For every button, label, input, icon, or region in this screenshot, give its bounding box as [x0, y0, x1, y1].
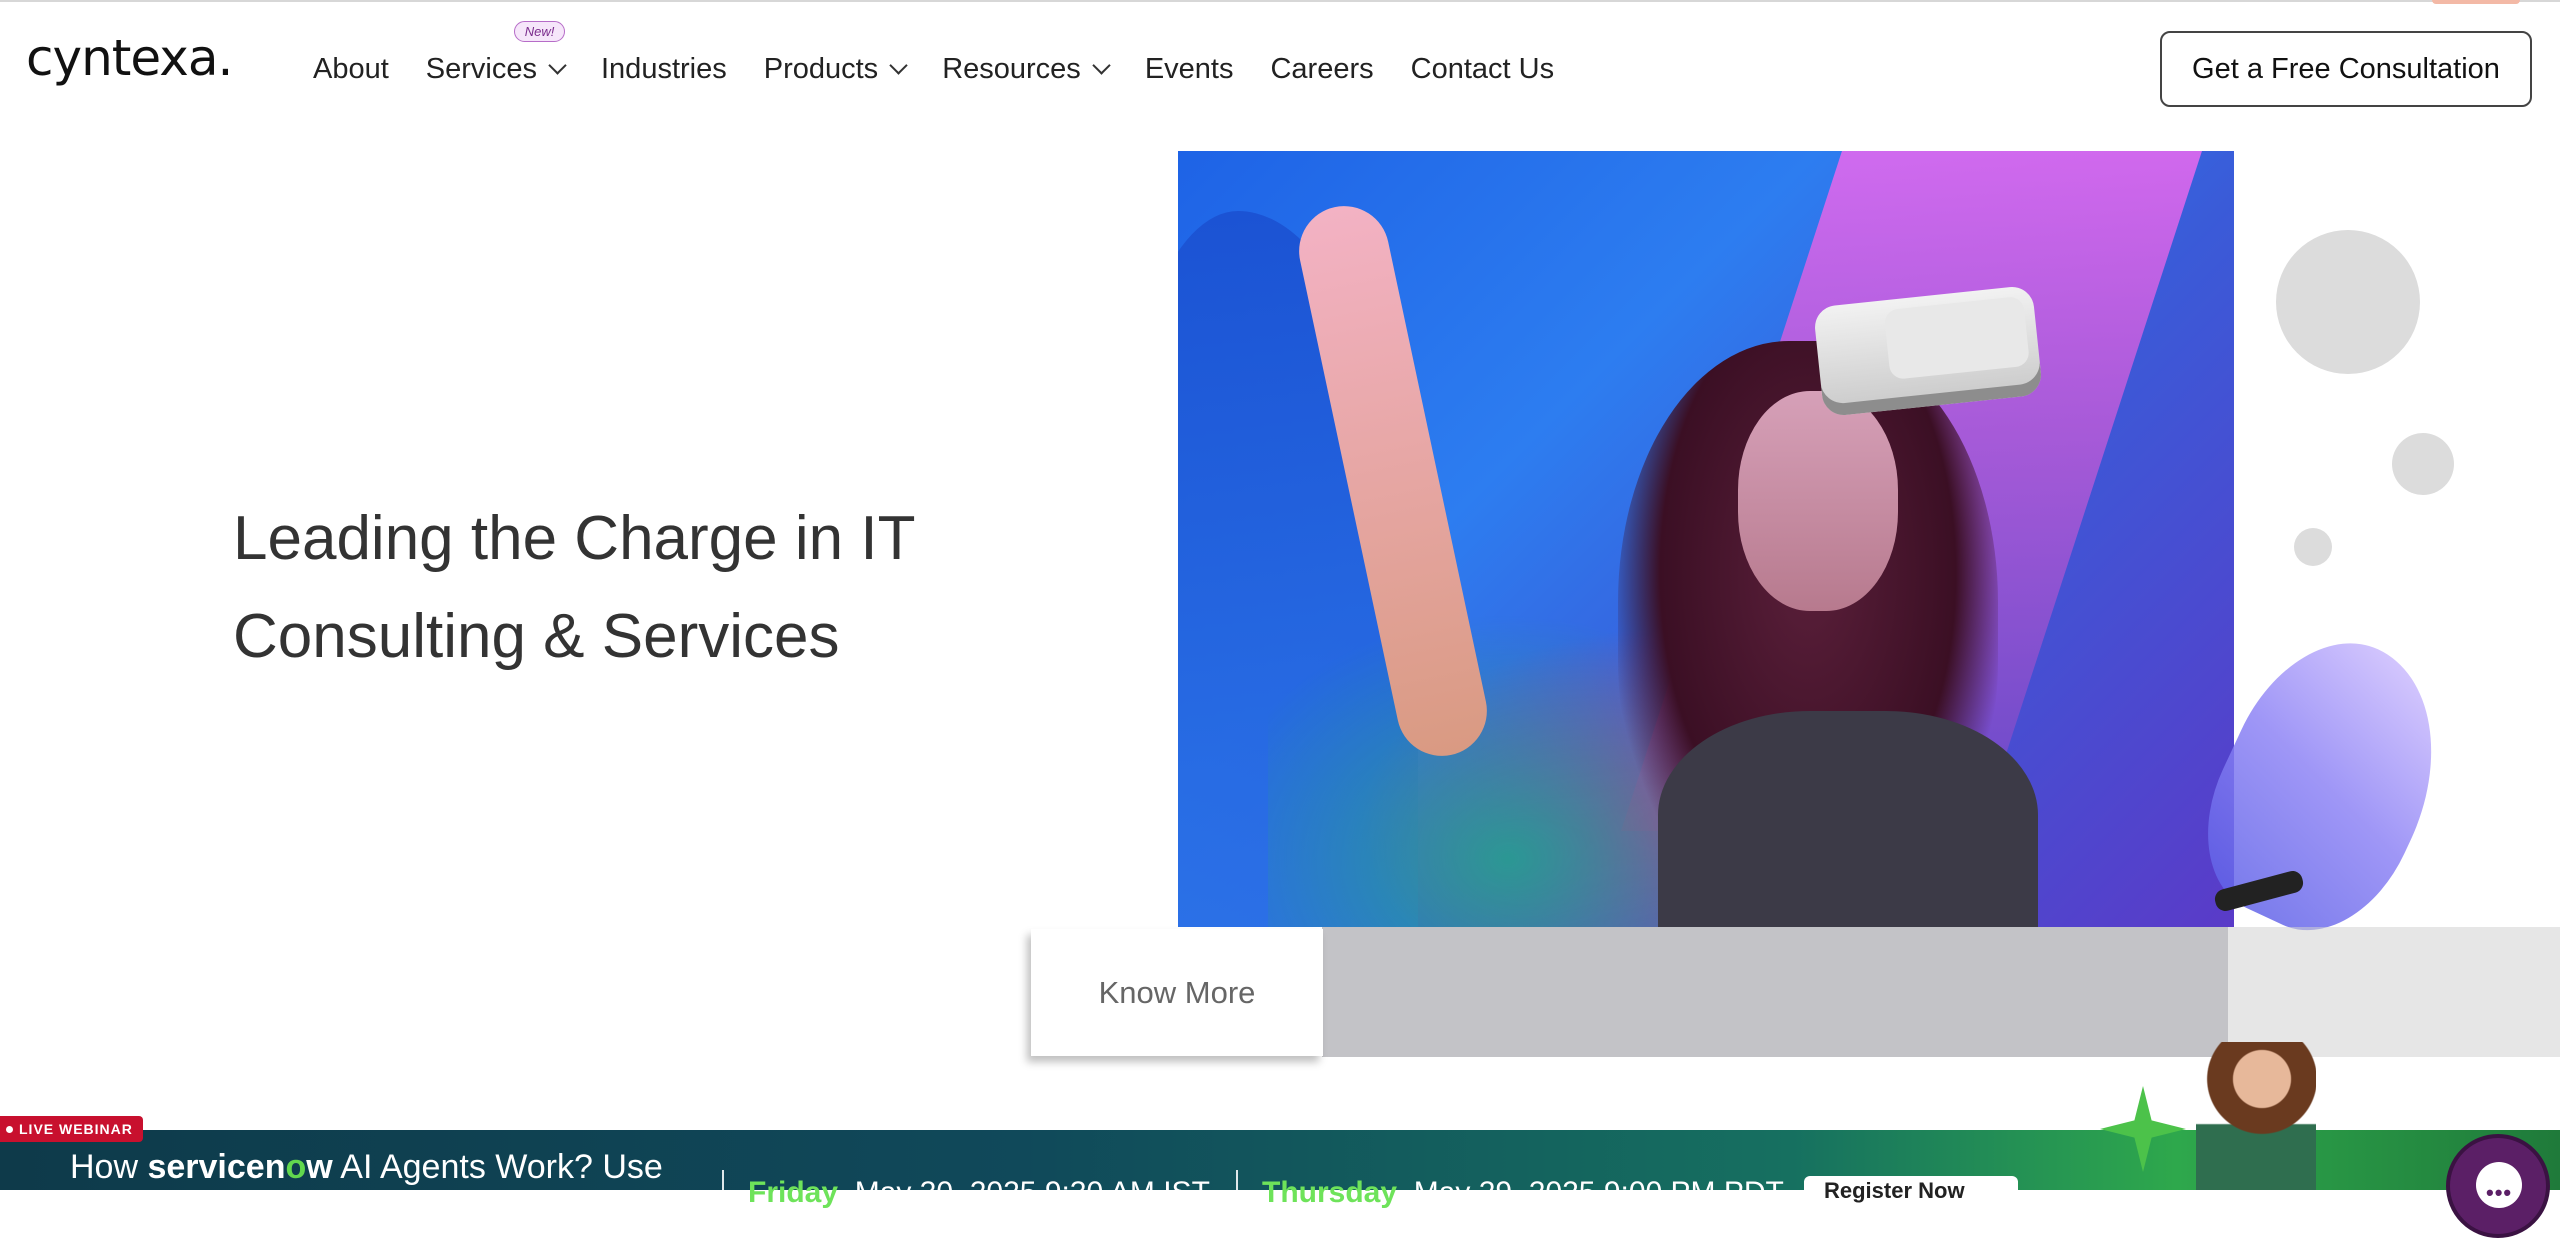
- chat-dots-icon: •••: [2486, 1180, 2513, 1205]
- nav-events[interactable]: Events: [1145, 53, 1234, 86]
- nav-resources-label: Resources: [942, 52, 1081, 85]
- nav-products-label: Products: [763, 52, 879, 85]
- webinar-person-image: [2196, 1042, 2316, 1190]
- webinar-date-ist-day: Friday: [748, 1176, 839, 1209]
- new-badge: New!: [513, 20, 566, 42]
- webinar-title-prefix: How: [70, 1148, 148, 1186]
- hero-image: [1178, 151, 2234, 927]
- nav-contact-us-label: Contact Us: [1410, 52, 1555, 85]
- webinar-title-suffix: AI Agents Work? Use: [332, 1148, 663, 1186]
- free-consultation-button[interactable]: Get a Free Consultation: [2160, 31, 2532, 107]
- live-webinar-label: LIVE WEBINAR: [19, 1121, 133, 1137]
- chevron-down-icon: [1092, 55, 1111, 75]
- nav-services[interactable]: New! Services: [425, 20, 567, 86]
- hero-shirt: [1658, 711, 2038, 927]
- nav-resources[interactable]: Resources: [942, 52, 1111, 86]
- nav-industries[interactable]: Industries: [601, 53, 727, 86]
- nav-about-label: About: [313, 52, 389, 85]
- nav-contact-us[interactable]: Contact Us: [1411, 53, 1554, 86]
- nav-about[interactable]: About: [313, 53, 389, 86]
- servicenow-brand: servicenow: [147, 1148, 332, 1186]
- nav-careers[interactable]: Careers: [1270, 53, 1373, 86]
- brand-part1: servicen: [147, 1148, 286, 1186]
- know-more-button[interactable]: Know More: [1031, 929, 1323, 1056]
- webinar-date-pdt: Thursday, May 29, 2025 9:00 PM PDT: [1262, 1176, 1784, 1210]
- hero-headline-line2: Consulting & Services: [233, 602, 840, 671]
- banner-divider: [722, 1170, 724, 1190]
- nav-careers-label: Careers: [1270, 52, 1374, 85]
- hero-headline: Leading the Charge in IT Consulting & Se…: [233, 490, 1053, 686]
- vr-headset: [1812, 284, 2044, 418]
- top-border: [0, 0, 2560, 2]
- nav-products[interactable]: Products: [763, 52, 908, 86]
- nav-events-label: Events: [1144, 52, 1234, 85]
- live-dot-icon: [6, 1125, 13, 1133]
- webinar-date-ist-time: , May 30, 2025 9:30 AM IST: [838, 1176, 1210, 1209]
- logo-text: cyntexa: [26, 29, 218, 87]
- brand-part2: w: [306, 1148, 333, 1186]
- top-right-accent: [2432, 0, 2520, 4]
- nav-services-label: Services: [425, 52, 537, 85]
- webinar-date-ist: Friday, May 30, 2025 9:30 AM IST: [748, 1176, 1210, 1210]
- banner-divider: [1236, 1170, 1238, 1190]
- hero-grey-band-overlay: [1322, 927, 2228, 1057]
- main-nav: About New! Services Industries Products …: [313, 20, 1591, 92]
- nav-industries-label: Industries: [601, 52, 727, 85]
- webinar-date-pdt-time: , May 29, 2025 9:00 PM PDT: [1397, 1176, 1784, 1209]
- brand-o: o: [285, 1148, 307, 1186]
- decor-circle-medium: [2392, 433, 2454, 495]
- hero-headline-line1: Leading the Charge in IT: [233, 504, 916, 573]
- webinar-date-pdt-day: Thursday: [1262, 1176, 1398, 1209]
- chevron-down-icon: [548, 55, 567, 75]
- webinar-title: How servicenow AI Agents Work? Use: [70, 1148, 663, 1187]
- decor-circle-small: [2294, 528, 2332, 566]
- logo-dot: .: [217, 29, 234, 87]
- decor-circle-large: [2276, 230, 2420, 374]
- logo[interactable]: cyntexa.: [26, 28, 234, 88]
- live-webinar-badge: LIVE WEBINAR: [0, 1116, 143, 1142]
- hero-face: [1738, 391, 1898, 611]
- register-now-button[interactable]: Register Now: [1804, 1176, 2018, 1206]
- chevron-down-icon: [889, 55, 908, 75]
